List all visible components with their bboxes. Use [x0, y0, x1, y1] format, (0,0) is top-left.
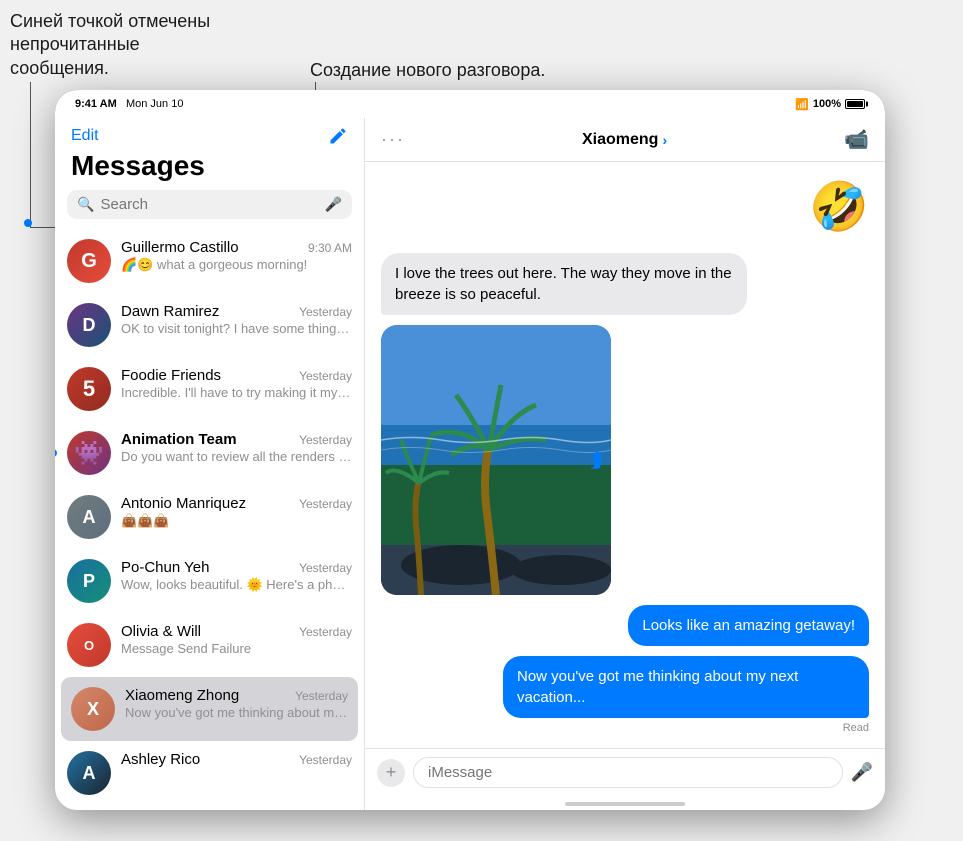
annotation-dot — [24, 219, 32, 227]
conv-time-dr: Yesterday — [299, 305, 352, 319]
conv-time-xz: Yesterday — [295, 689, 348, 703]
conv-content-gc: Guillermo Castillo 9:30 AM🌈😊 what a gorge… — [121, 239, 352, 274]
message-bubble-received: I love the trees out here. The way they … — [381, 253, 747, 315]
emoji-reaction: 🤣 — [809, 178, 869, 235]
conversation-item-py[interactable]: P Po-Chun Yeh YesterdayWow, looks beautifu… — [55, 549, 364, 613]
edit-button[interactable]: Edit — [71, 127, 99, 145]
avatar-ar: A — [67, 751, 111, 795]
search-input[interactable] — [100, 196, 318, 213]
avatar-gc: G — [67, 239, 111, 283]
sidebar-header: Edit — [55, 118, 364, 150]
conversation-item-xz[interactable]: X Xiaomeng Zhong YesterdayNow you've got m… — [61, 677, 358, 741]
messages-sidebar: Edit Messages 🔍 🎤 G Guillermo Castillo 9:3… — [55, 118, 365, 810]
conv-name-ow: Olivia & Will — [121, 623, 201, 640]
conversation-list: G Guillermo Castillo 9:30 AM🌈😊 what a gorg… — [55, 229, 364, 810]
add-attachment-button[interactable]: + — [377, 759, 405, 787]
conv-content-ar: Ashley Rico Yesterday — [121, 751, 352, 768]
wifi-icon: 📶 — [795, 98, 809, 111]
chat-input-bar: + 🎤 — [365, 748, 885, 796]
conv-content-dr: Dawn Ramirez YesterdayOK to visit tonight… — [121, 303, 352, 338]
mic-icon: 🎤 — [325, 196, 342, 213]
conversation-item-ff[interactable]: 5 Foodie Friends YesterdayIncredible. I'll… — [55, 357, 364, 421]
conversation-item-dr[interactable]: D Dawn Ramirez YesterdayOK to visit tonigh… — [55, 293, 364, 357]
chat-contact-name[interactable]: Xiaomeng › — [582, 131, 667, 149]
message-sent-2: Now you've got me thinking about my next… — [503, 656, 869, 718]
chat-messages: 🤣 I love the trees out here. The way the… — [365, 162, 885, 748]
annotation-line-unread — [30, 82, 31, 227]
conversation-item-gc[interactable]: G Guillermo Castillo 9:30 AM🌈😊 what a gorg… — [55, 229, 364, 293]
conv-content-ow: Olivia & Will YesterdayMessage Send Failu… — [121, 623, 352, 658]
conv-time-ff: Yesterday — [299, 369, 352, 383]
conv-name-at: Animation Team — [121, 431, 237, 448]
home-indicator — [365, 796, 885, 810]
chat-header-dots: ··· — [381, 129, 405, 150]
conv-name-gc: Guillermo Castillo — [121, 239, 239, 256]
status-right: 📶 100% — [795, 98, 865, 111]
annotation-unread: Синей точкой отмечены непрочитанные сооб… — [10, 10, 230, 80]
avatar-am: A — [67, 495, 111, 539]
chat-header: ··· Xiaomeng › 📹 — [365, 118, 885, 162]
share-icon[interactable]: ⮭ — [590, 447, 603, 473]
annotation-new-convo: Создание нового разговора. — [310, 60, 545, 81]
message-read-status: Read — [843, 722, 869, 734]
message-image: ⮭ — [381, 325, 611, 595]
beach-photo — [381, 325, 611, 595]
avatar-at: 👾 — [67, 431, 111, 475]
new-message-button[interactable] — [328, 126, 348, 146]
conversation-item-at[interactable]: 👾 Animation Team YesterdayDo you want to r… — [55, 421, 364, 485]
conv-time-gc: 9:30 AM — [308, 241, 352, 255]
conv-content-xz: Xiaomeng Zhong YesterdayNow you've got me… — [125, 687, 348, 722]
status-time: 9:41 AM Mon Jun 10 — [75, 98, 183, 110]
avatar-py: P — [67, 559, 111, 603]
status-bar: 9:41 AM Mon Jun 10 📶 100% — [55, 90, 885, 118]
battery-icon — [845, 99, 865, 109]
message-sent-1: Looks like an amazing getaway! — [628, 605, 869, 646]
conv-preview-am: 👜👜👜 — [121, 512, 352, 530]
message-received-text: I love the trees out here. The way they … — [381, 253, 747, 315]
conv-time-ow: Yesterday — [299, 625, 352, 639]
conv-content-ff: Foodie Friends YesterdayIncredible. I'll … — [121, 367, 352, 402]
unread-dot-at — [55, 449, 57, 457]
conversation-item-am[interactable]: A Antonio Manriquez Yesterday👜👜👜 — [55, 485, 364, 549]
avatar-ff: 5 — [67, 367, 111, 411]
ipad-device: 9:41 AM Mon Jun 10 📶 100% Edit Messages — [55, 90, 885, 810]
search-bar[interactable]: 🔍 🎤 — [67, 190, 352, 219]
mic-button[interactable]: 🎤 — [851, 762, 873, 783]
conv-content-at: Animation Team YesterdayDo you want to re… — [121, 431, 352, 466]
conv-preview-dr: OK to visit tonight? I have some things … — [121, 320, 352, 338]
conv-preview-xz: Now you've got me thinking about my next… — [125, 704, 348, 722]
conv-name-am: Antonio Manriquez — [121, 495, 246, 512]
conv-name-ff: Foodie Friends — [121, 367, 221, 384]
avatar-xz: X — [71, 687, 115, 731]
avatar-ow: O — [67, 623, 111, 667]
conv-preview-gc: 🌈😊 what a gorgeous morning! — [121, 256, 352, 274]
conv-time-py: Yesterday — [299, 561, 352, 575]
search-icon: 🔍 — [77, 196, 94, 213]
conv-content-am: Antonio Manriquez Yesterday👜👜👜 — [121, 495, 352, 530]
conv-name-ar: Ashley Rico — [121, 751, 200, 768]
home-bar — [565, 802, 685, 806]
conversation-item-ow[interactable]: O Olivia & Will YesterdayMessage Send Fail… — [55, 613, 364, 677]
conv-name-py: Po-Chun Yeh — [121, 559, 209, 576]
message-input[interactable] — [413, 757, 843, 788]
message-bubble-sent-2: Now you've got me thinking about my next… — [503, 656, 869, 718]
chat-panel: ··· Xiaomeng › 📹 🤣 I love the trees out … — [365, 118, 885, 810]
conv-preview-ff: Incredible. I'll have to try making it m… — [121, 384, 352, 402]
conv-preview-at: Do you want to review all the renders to… — [121, 448, 352, 466]
avatar-dr: D — [67, 303, 111, 347]
conv-content-py: Po-Chun Yeh YesterdayWow, looks beautiful… — [121, 559, 352, 594]
conv-name-xz: Xiaomeng Zhong — [125, 687, 239, 704]
conv-time-am: Yesterday — [299, 497, 352, 511]
conv-time-ar: Yesterday — [299, 753, 352, 767]
conv-name-dr: Dawn Ramirez — [121, 303, 219, 320]
conversation-item-ar[interactable]: A Ashley Rico Yesterday — [55, 741, 364, 805]
conv-preview-ow: Message Send Failure — [121, 640, 352, 658]
conv-time-at: Yesterday — [299, 433, 352, 447]
chevron-right-icon: › — [662, 132, 667, 148]
message-bubble-sent-1: Looks like an amazing getaway! — [628, 605, 869, 646]
video-call-button[interactable]: 📹 — [844, 127, 869, 152]
sidebar-title: Messages — [55, 150, 364, 190]
conv-preview-py: Wow, looks beautiful. 🌞 Here's a photo o… — [121, 576, 352, 594]
battery-level: 100% — [813, 98, 841, 110]
